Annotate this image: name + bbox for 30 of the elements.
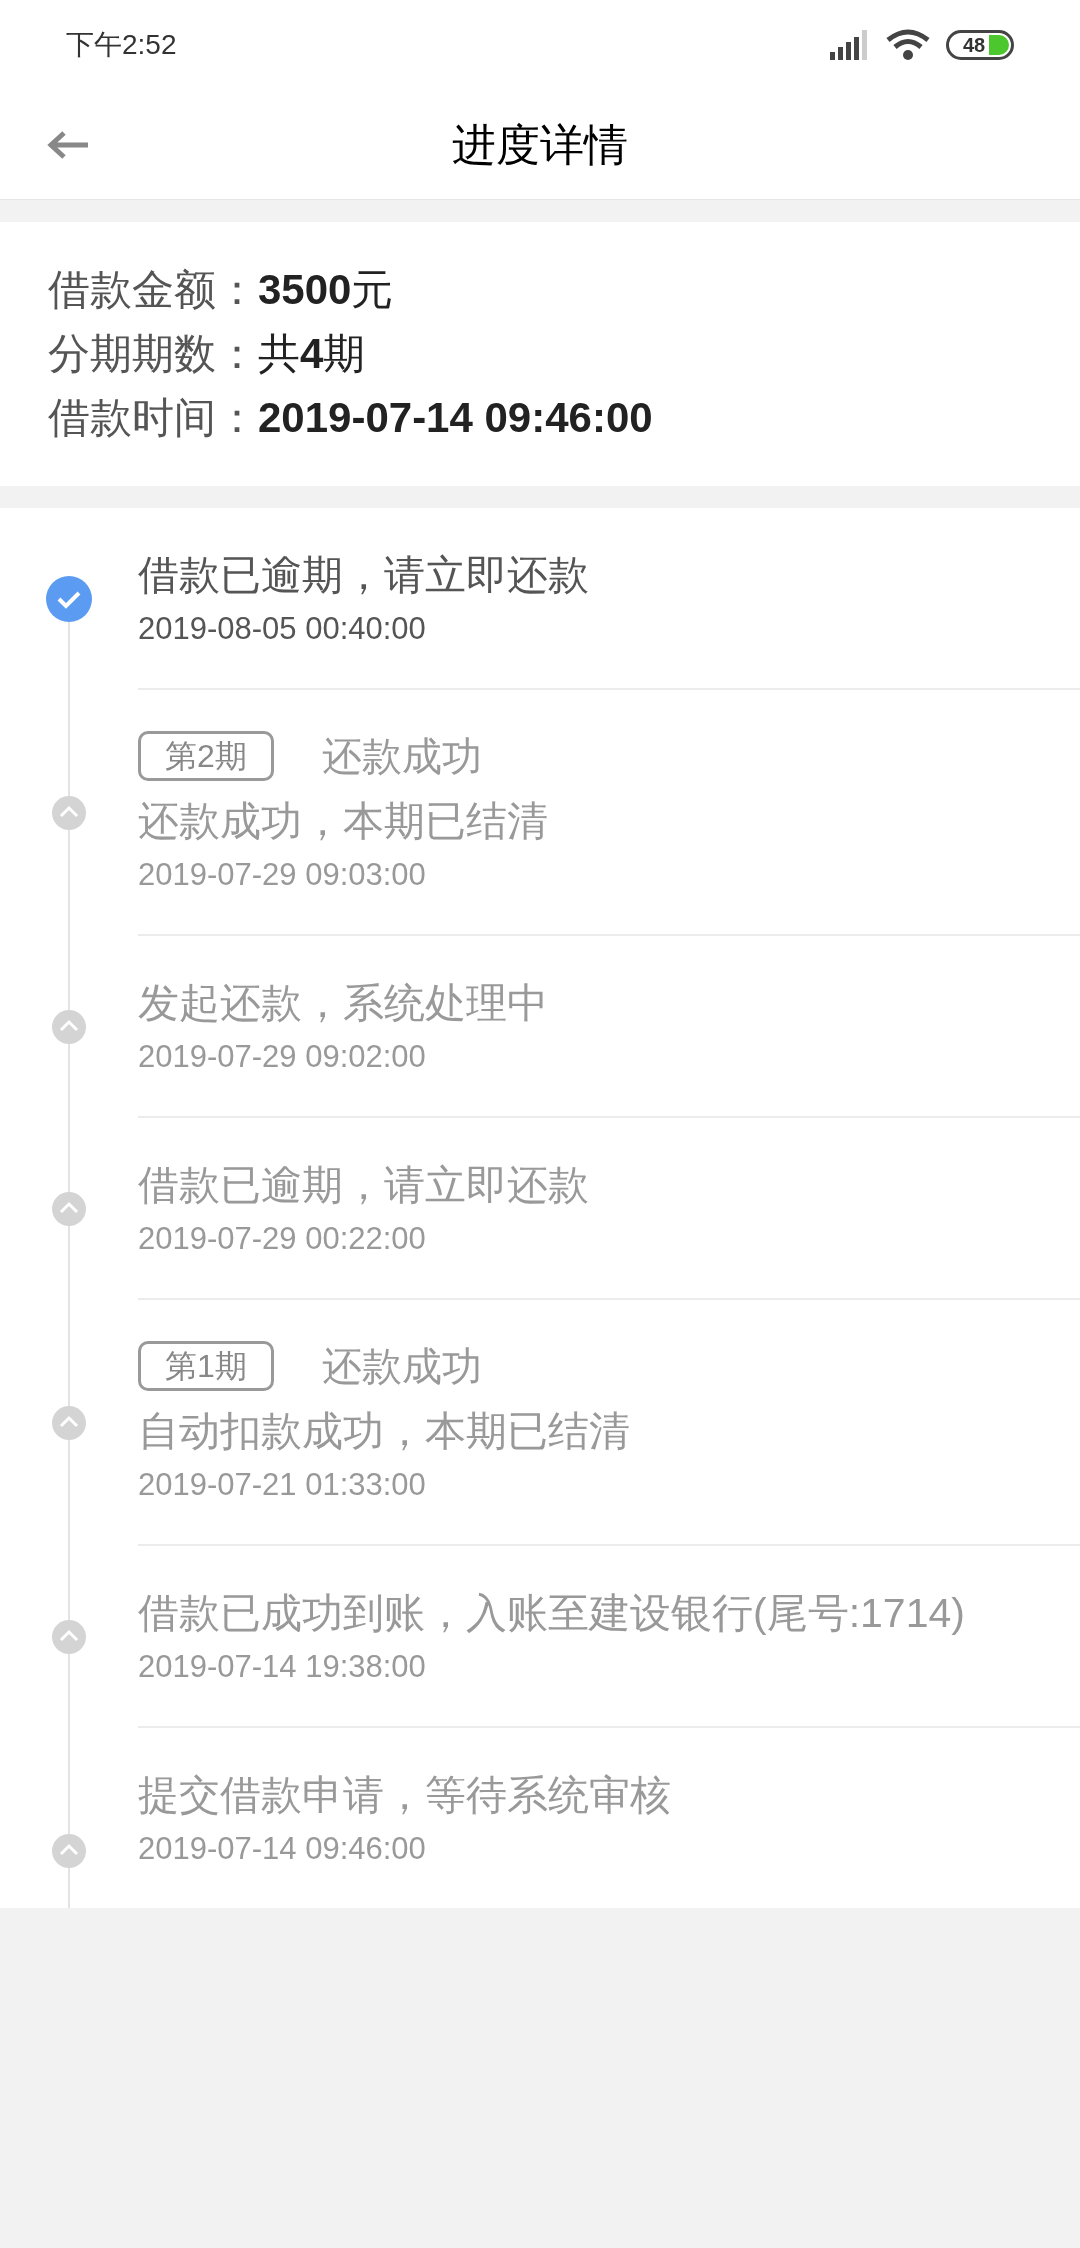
status-text: 还款成功 xyxy=(321,1343,482,1390)
event-time: 2019-07-29 09:02:00 xyxy=(138,1038,427,1076)
battery-indicator: 48 xyxy=(946,30,1014,60)
info-value: 2019-07-14 09:46:00 xyxy=(258,393,653,443)
period-tag: 第2期 xyxy=(138,731,274,781)
info-value: 3500元 xyxy=(258,265,394,315)
event-time: 2019-07-21 01:33:00 xyxy=(138,1466,427,1504)
signal-icon xyxy=(830,30,870,60)
period-tag: 第1期 xyxy=(138,1341,274,1391)
event-text: 还款成功，本期已结清 xyxy=(138,797,549,846)
info-label: 借款时间： xyxy=(48,393,258,443)
wifi-icon xyxy=(886,28,930,62)
info-label: 分期期数： xyxy=(48,329,258,379)
arrow-left-icon xyxy=(46,129,90,160)
event-time: 2019-08-05 00:40:00 xyxy=(138,610,427,648)
event-time: 2019-07-29 00:22:00 xyxy=(138,1220,427,1258)
event-time: 2019-07-14 19:38:00 xyxy=(138,1648,427,1686)
page-title: 进度详情 xyxy=(451,117,629,172)
event-text: 借款已逾期，请立即还款 xyxy=(138,551,590,600)
event-text: 借款已逾期，请立即还款 xyxy=(138,1161,590,1210)
status-text: 还款成功 xyxy=(321,733,482,780)
event-time: 2019-07-14 09:46:00 xyxy=(138,1830,427,1868)
info-label: 借款金额： xyxy=(48,265,258,315)
event-text: 发起还款，系统处理中 xyxy=(138,979,549,1028)
status-time: 下午2:52 xyxy=(66,28,177,62)
event-text: 自动扣款成功，本期已结清 xyxy=(138,1407,631,1456)
info-value: 共4期 xyxy=(258,329,366,379)
event-text: 借款已成功到账，入账至建设银行(尾号:1714) xyxy=(138,1589,966,1638)
event-time: 2019-07-29 09:03:00 xyxy=(138,856,427,894)
event-text: 提交借款申请，等待系统审核 xyxy=(138,1771,672,1820)
